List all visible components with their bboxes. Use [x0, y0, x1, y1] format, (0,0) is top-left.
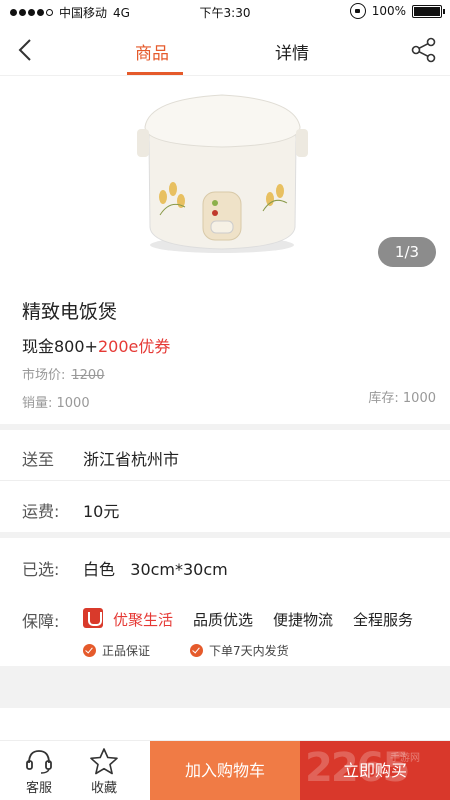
- product-price: 现金800+200e优券: [22, 333, 170, 357]
- active-tab-indicator: [127, 72, 183, 75]
- share-icon[interactable]: [410, 36, 438, 64]
- guarantee-badge: 下单7天内发货: [190, 642, 289, 659]
- guarantee-item: 便捷物流: [273, 611, 334, 629]
- market-price-value: 1200: [71, 368, 105, 383]
- rotation-lock-icon: [349, 3, 366, 19]
- add-to-cart-button[interactable]: 加入购物车: [150, 741, 300, 800]
- delivery-value: 浙江省杭州市: [83, 450, 180, 469]
- status-right: 100%: [349, 3, 445, 19]
- stock-count: 库存: 1000: [368, 391, 436, 406]
- product-title: 精致电饭煲: [22, 301, 118, 323]
- nav-bar: 商品 详情: [0, 24, 450, 76]
- row-divider: [0, 480, 450, 481]
- rice-cooker-image: [137, 94, 308, 253]
- price-cash: 现金800+: [22, 337, 98, 356]
- buy-now-label: 立即购买: [342, 761, 407, 780]
- shipping-label: 运费:: [22, 502, 60, 521]
- market-price: 市场价: 1200: [22, 364, 104, 383]
- badge-label: 正品保证: [102, 644, 151, 658]
- delivery-label: 送至: [22, 450, 55, 469]
- bottom-spacer: [0, 666, 450, 708]
- customer-service-label: 客服: [25, 781, 52, 796]
- check-icon: [190, 644, 203, 657]
- guarantee-brand: 优聚生活: [113, 611, 174, 629]
- shipping-value: 10元: [83, 502, 120, 521]
- guarantee-item: 全程服务: [353, 611, 414, 629]
- check-icon: [83, 644, 96, 657]
- section-divider: [0, 532, 450, 538]
- badge-label: 下单7天内发货: [209, 644, 289, 658]
- favorite-button[interactable]: 收藏: [79, 747, 129, 796]
- tab-detail[interactable]: 详情: [275, 39, 309, 64]
- guarantee-label: 保障:: [22, 612, 60, 631]
- brand-logo-icon: [83, 608, 103, 628]
- star-icon: [90, 748, 118, 775]
- status-bar: 中国移动 4G 下午3:30 100%: [0, 0, 450, 24]
- selected-label: 已选:: [22, 560, 60, 579]
- product-gallery[interactable]: 1/3: [0, 77, 450, 277]
- selected-value: 白色 30cm*30cm: [83, 560, 228, 579]
- buy-now-button[interactable]: 立即购买: [300, 741, 450, 800]
- section-divider: [0, 424, 450, 430]
- battery-percent: 100%: [371, 4, 406, 18]
- bottom-action-bar: 客服 收藏 加入购物车 立即购买 2265 手游网: [0, 740, 450, 800]
- back-arrow-icon[interactable]: [12, 34, 44, 66]
- gallery-page-indicator: 1/3: [378, 237, 436, 267]
- guarantee-badge: 正品保证: [83, 642, 150, 659]
- battery-icon: [412, 4, 445, 18]
- tab-goods[interactable]: 商品: [135, 39, 169, 64]
- guarantee-item: 品质优选: [193, 611, 254, 629]
- market-price-label: 市场价:: [22, 368, 66, 383]
- headset-icon: [26, 750, 52, 774]
- favorite-label: 收藏: [90, 781, 117, 796]
- customer-service-button[interactable]: 客服: [14, 747, 64, 796]
- sales-count: 销量: 1000: [22, 396, 90, 411]
- price-coupon: 200e优券: [97, 337, 171, 356]
